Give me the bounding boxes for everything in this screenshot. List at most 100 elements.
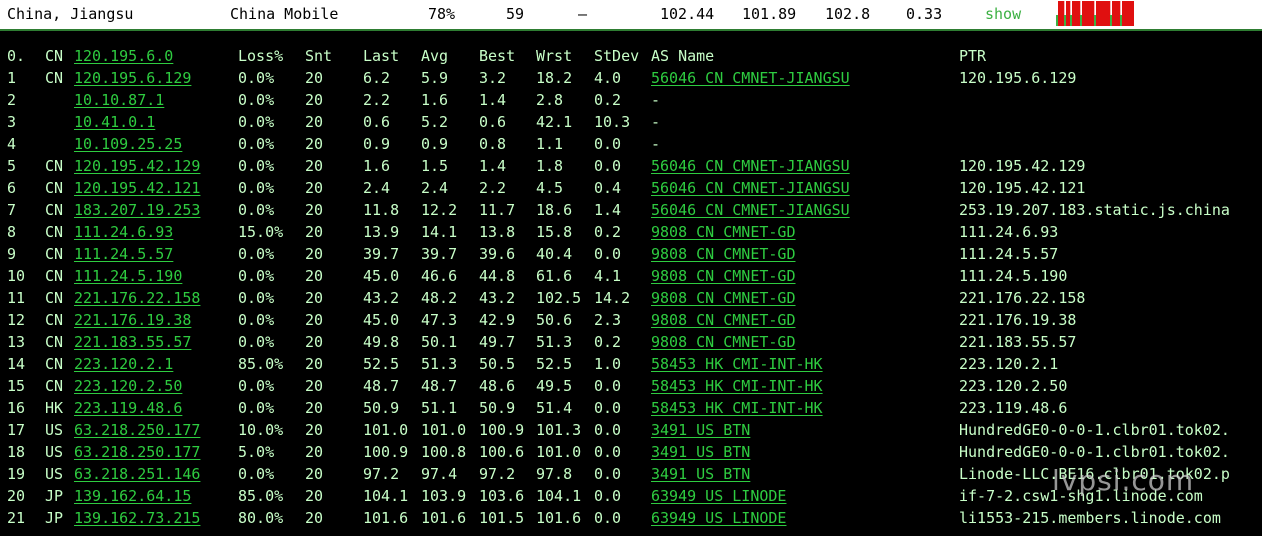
ptr-value: 120.195.42.121	[959, 179, 1086, 197]
loss-value: 80.0%	[238, 509, 284, 527]
worst-value: 15.8	[536, 223, 573, 241]
stdev-value: 0.2	[594, 223, 622, 241]
as-name-link[interactable]: 3491 US BTN	[651, 463, 750, 485]
hop-number: 4	[7, 135, 17, 153]
sent-value: 20	[305, 399, 324, 417]
location-label: China, Jiangsu	[7, 5, 134, 23]
sparkline-bar	[1084, 1, 1087, 26]
as-name-link[interactable]: 9808 CN CMNET-GD	[651, 243, 796, 265]
hop-ip-link[interactable]: 63.218.250.177	[74, 441, 200, 463]
as-name-link[interactable]: 63949 US LINODE	[651, 485, 786, 507]
country-code: CN	[45, 289, 64, 307]
as-name-link[interactable]: 58453 HK CMI-INT-HK	[651, 397, 823, 419]
sent-value: 20	[305, 377, 324, 395]
loss-value: 10.0%	[238, 421, 284, 439]
as-name-link[interactable]: 58453 HK CMI-INT-HK	[651, 375, 823, 397]
country-code: JP	[45, 487, 64, 505]
as-name-link[interactable]: 3491 US BTN	[651, 441, 750, 463]
hop-ip-link[interactable]: 223.119.48.6	[74, 397, 182, 419]
as-name-link[interactable]: 9808 CN CMNET-GD	[651, 331, 796, 353]
as-name-link[interactable]: 56046 CN CMNET-JIANGSU	[651, 155, 850, 177]
header-cc: CN	[45, 47, 64, 65]
as-name-link[interactable]: 9808 CN CMNET-GD	[651, 221, 796, 243]
table-row: 15 CN 223.120.2.50 0.0% 20 48.7 48.7 48.6 49.5 0.…	[0, 375, 1262, 397]
sent-value: 20	[305, 333, 324, 351]
hop-ip-link[interactable]: 10.109.25.25	[74, 133, 182, 155]
as-name-link[interactable]: 9808 CN CMNET-GD	[651, 265, 796, 287]
sparkline-bar	[1130, 1, 1133, 26]
sent-value: 20	[305, 157, 324, 175]
sparkline-bar	[1082, 1, 1085, 26]
sparkline-bar	[1090, 1, 1093, 26]
stdev-value: 0.0	[594, 377, 622, 395]
hop-ip-link[interactable]: 223.120.2.1	[74, 353, 173, 375]
hop-ip-link[interactable]: 111.24.5.57	[74, 243, 173, 265]
sparkline-bar	[1122, 1, 1125, 26]
ptr-value: li1553-215.members.linode.com	[959, 509, 1221, 527]
hop-ip-link[interactable]: 221.176.22.158	[74, 287, 200, 309]
hop-ip-link[interactable]: 120.195.42.129	[74, 155, 200, 177]
hop-number: 19	[7, 465, 26, 483]
as-name-link[interactable]: 56046 CN CMNET-JIANGSU	[651, 177, 850, 199]
loss-value: 0.0%	[238, 157, 275, 175]
as-name-link[interactable]: 63949 US LINODE	[651, 507, 786, 529]
stdev-value: 0.0	[594, 465, 622, 483]
summary-dash: –	[578, 5, 588, 23]
last-value: 2.2	[363, 91, 391, 109]
hop-ip-link[interactable]: 221.176.19.38	[74, 309, 191, 331]
header-ip[interactable]: 120.195.6.0	[74, 45, 173, 67]
hop-ip-link[interactable]: 63.218.251.146	[74, 463, 200, 485]
hop-ip-link[interactable]: 111.24.5.190	[74, 265, 182, 287]
sent-value: 20	[305, 135, 324, 153]
as-name-link[interactable]: 9808 CN CMNET-GD	[651, 287, 796, 309]
ptr-value: HundredGE0-0-0-1.clbr01.tok02.	[959, 443, 1230, 461]
worst-value: 97.8	[536, 465, 573, 483]
summary-bar: China, Jiangsu China Mobile 78% 59 – 102…	[0, 0, 1262, 29]
hop-ip-link[interactable]: 10.41.0.1	[74, 111, 155, 133]
as-name-link[interactable]: 3491 US BTN	[651, 419, 750, 441]
hop-number: 1	[7, 69, 17, 87]
hop-ip-link[interactable]: 120.195.42.121	[74, 177, 200, 199]
as-name-link[interactable]: 56046 CN CMNET-JIANGSU	[651, 199, 850, 221]
hop-ip-link[interactable]: 120.195.6.129	[74, 67, 191, 89]
sparkline-bar	[1100, 1, 1103, 26]
hop-ip-link[interactable]: 221.183.55.57	[74, 331, 191, 353]
sparkline-bar	[1128, 1, 1131, 26]
avg-value: 48.7	[421, 377, 458, 395]
worst-value: 101.0	[536, 443, 582, 461]
avg-value: 51.1	[421, 399, 458, 417]
best-value: 101.5	[479, 509, 525, 527]
sparkline-bar	[1120, 15, 1123, 26]
hop-ip-link[interactable]: 111.24.6.93	[74, 221, 173, 243]
hop-ip-link[interactable]: 223.120.2.50	[74, 375, 182, 397]
best-value: 44.8	[479, 267, 516, 285]
hop-number: 15	[7, 377, 26, 395]
sparkline-bar	[1132, 1, 1134, 26]
last-value: 43.2	[363, 289, 400, 307]
sparkline-bar	[1070, 15, 1073, 26]
stdev-value: 1.0	[594, 355, 622, 373]
avg-value: 51.3	[421, 355, 458, 373]
sent-value: 20	[305, 69, 324, 87]
sparkline-bar	[1116, 1, 1119, 26]
as-name-link[interactable]: 56046 CN CMNET-JIANGSU	[651, 67, 850, 89]
sparkline-bar	[1060, 1, 1063, 26]
as-name-link[interactable]: 9808 CN CMNET-GD	[651, 309, 796, 331]
table-row: 3 10.41.0.1 0.0% 20 0.6 5.2 0.6 42.1 10.3 -	[0, 111, 1262, 133]
best-value: 42.9	[479, 311, 516, 329]
ptr-value: HundredGE0-0-0-1.clbr01.tok02.	[959, 421, 1230, 439]
watermark: lvpsi.com	[1052, 464, 1195, 497]
hop-ip-link[interactable]: 63.218.250.177	[74, 419, 200, 441]
show-link[interactable]: show	[985, 5, 1021, 23]
hop-ip-link[interactable]: 139.162.64.15	[74, 485, 191, 507]
stdev-value: 10.3	[594, 113, 631, 131]
hop-ip-link[interactable]: 183.207.19.253	[74, 199, 200, 221]
summary-value-1: 102.44	[660, 5, 715, 23]
ptr-value: 223.119.48.6	[959, 399, 1068, 417]
as-name-link[interactable]: 58453 HK CMI-INT-HK	[651, 353, 823, 375]
worst-value: 4.5	[536, 179, 564, 197]
hop-ip-link[interactable]: 139.162.73.215	[74, 507, 200, 529]
sent-value: 20	[305, 201, 324, 219]
sparkline-bar	[1112, 1, 1115, 26]
hop-ip-link[interactable]: 10.10.87.1	[74, 89, 164, 111]
